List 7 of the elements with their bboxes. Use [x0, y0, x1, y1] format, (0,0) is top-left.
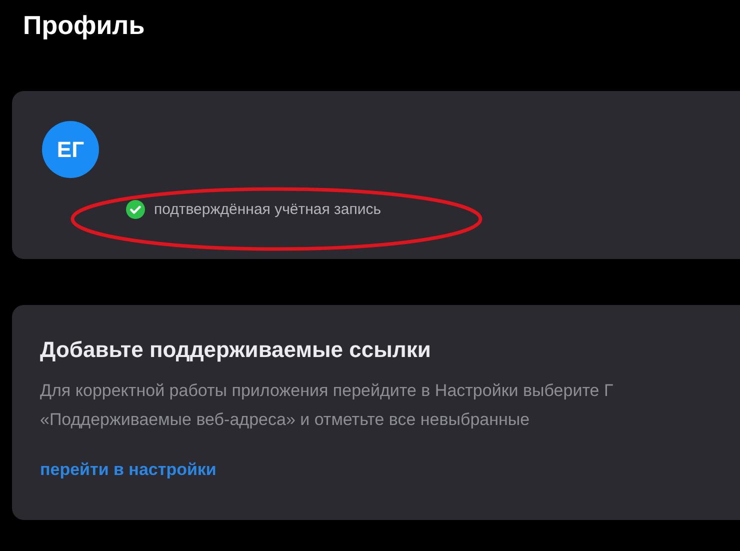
settings-link[interactable]: перейти в настройки: [40, 460, 216, 480]
notice-text: Для корректной работы приложения перейдите в Настройки выберите Г: [40, 380, 614, 402]
notice-text: «Поддерживаемые веб-адреса» и отметьте все невыбранные: [40, 409, 531, 431]
verified-status: подтверждённая учётная запись: [154, 201, 382, 218]
avatar: ЕГ: [42, 121, 99, 178]
notice-heading: Добавьте поддерживаемые ссылки: [40, 337, 432, 363]
page-title: Профиль: [22, 9, 146, 42]
